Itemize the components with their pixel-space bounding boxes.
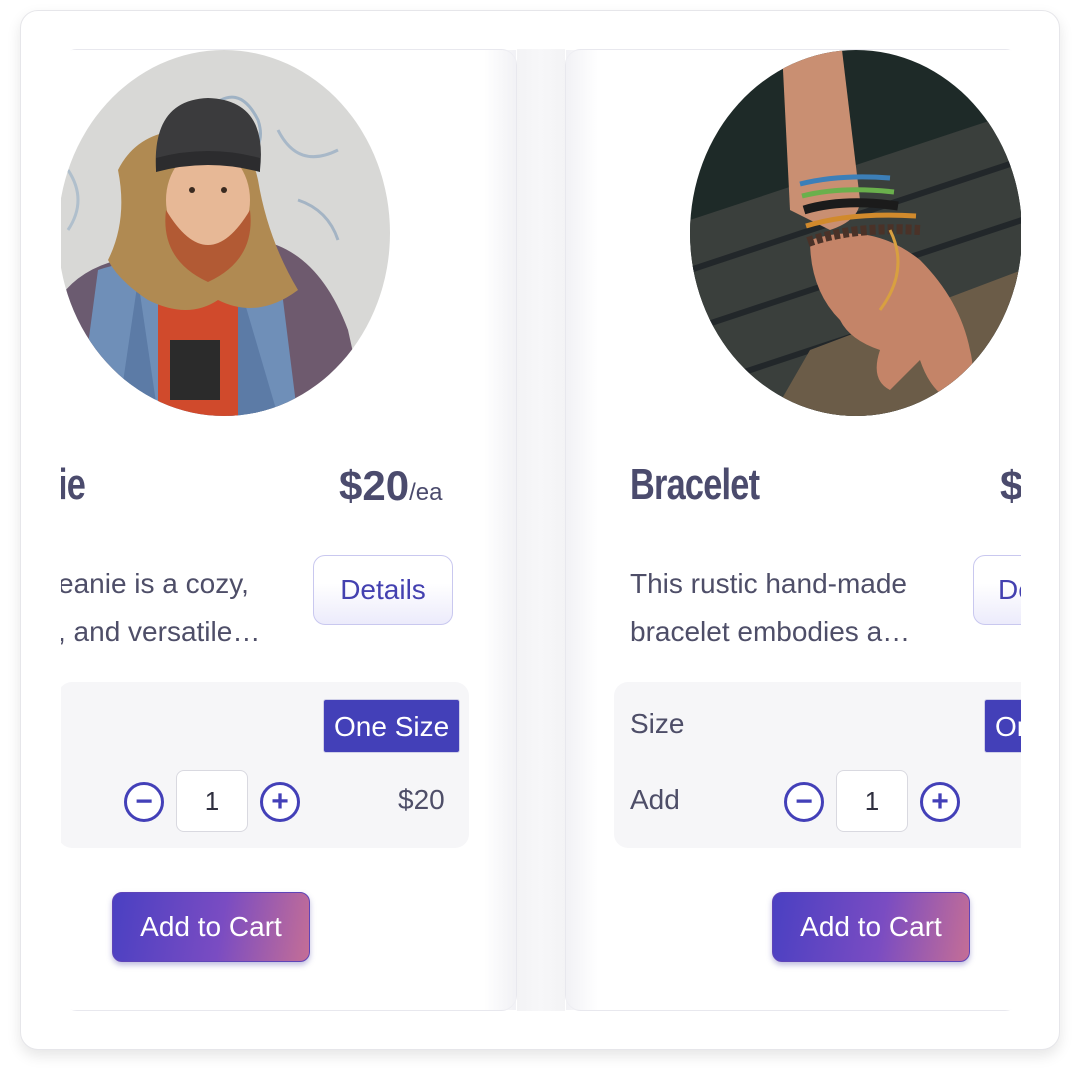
price-amount: $	[1000, 462, 1021, 509]
description-line: , and versatile…	[61, 616, 261, 647]
carousel-viewport[interactable]: ie $20/ea eanie is a cozy, , and versati…	[61, 49, 1021, 1011]
product-description: This rustic hand-made bracelet embodies …	[630, 560, 910, 656]
product-description: eanie is a cozy, , and versatile…	[61, 560, 260, 656]
plus-icon: +	[271, 785, 289, 818]
minus-icon: −	[795, 785, 813, 818]
increase-quantity-button[interactable]: +	[260, 782, 300, 822]
size-label: Size	[630, 708, 685, 739]
card-edge-shade	[484, 50, 516, 1010]
minus-icon: −	[135, 785, 153, 818]
decrease-quantity-button[interactable]: −	[124, 782, 164, 822]
price-amount: $20	[339, 462, 410, 509]
options-panel: Size On Add − +	[614, 682, 1021, 848]
product-photo-bracelet	[690, 50, 1021, 416]
product-title: ie	[61, 460, 86, 509]
size-option-one-size[interactable]: On	[984, 699, 1021, 753]
product-photo-beanie	[61, 50, 390, 416]
details-button[interactable]: De	[973, 555, 1021, 625]
add-label: Add	[630, 784, 680, 815]
product-price: $20/ea	[339, 462, 442, 510]
product-carousel-frame: ie $20/ea eanie is a cozy, , and versati…	[20, 10, 1060, 1050]
description-line: bracelet embodies a…	[630, 616, 911, 647]
add-to-cart-button[interactable]: Add to Cart	[772, 892, 970, 962]
decrease-quantity-button[interactable]: −	[784, 782, 824, 822]
price-unit: /ea	[409, 479, 443, 506]
add-to-cart-button[interactable]: Add to Cart	[112, 892, 310, 962]
increase-quantity-button[interactable]: +	[920, 782, 960, 822]
product-title: Bracelet	[630, 460, 760, 509]
quantity-input[interactable]	[176, 770, 248, 832]
description-line: This rustic hand-made	[630, 568, 908, 599]
size-option-one-size[interactable]: One Size	[323, 699, 461, 753]
product-card-beanie: ie $20/ea eanie is a cozy, , and versati…	[61, 49, 517, 1011]
card-gap	[517, 49, 565, 1011]
card-edge-shade	[566, 50, 598, 1010]
quantity-input[interactable]	[836, 770, 908, 832]
plus-icon: +	[931, 785, 949, 818]
options-panel: One Size − + $20	[61, 682, 469, 848]
product-card-bracelet: Bracelet $ This rustic hand-made bracele…	[565, 49, 1021, 1011]
product-price: $	[1000, 462, 1021, 510]
details-button[interactable]: Details	[313, 555, 453, 625]
line-total: $20	[398, 784, 445, 815]
description-line: eanie is a cozy,	[61, 568, 249, 599]
